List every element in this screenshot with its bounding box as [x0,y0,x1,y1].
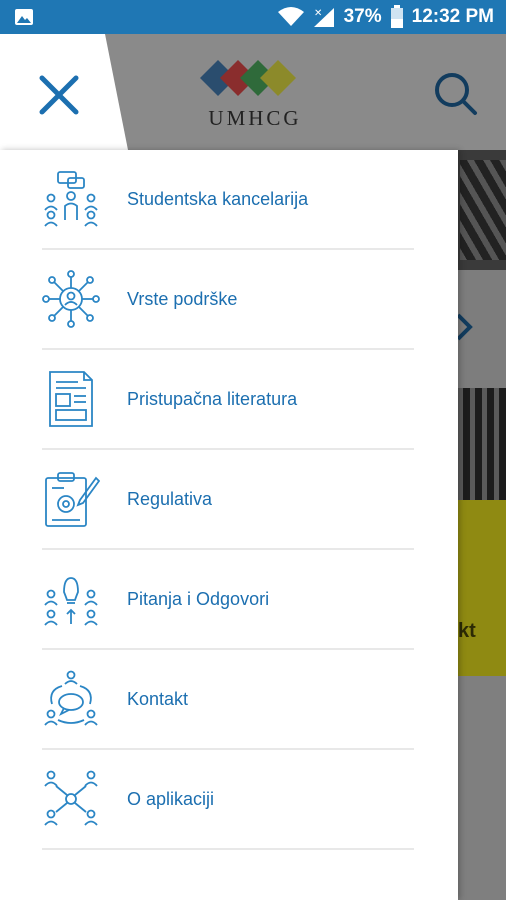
menu-item-label: Kontakt [127,688,189,709]
search-icon[interactable] [432,70,478,116]
battery-percent: 37% [343,6,382,27]
image-icon [15,9,33,25]
menu-item-vrste-podrske[interactable]: Vrste podrške [42,250,414,350]
literature-document-icon [49,371,93,427]
regulation-clipboard-icon [45,472,100,527]
menu-item-studentska-kancelarija[interactable]: Studentska kancelarija [42,150,414,250]
menu-item-pitanja-i-odgovori[interactable]: Pitanja i Odgovori [42,550,414,650]
contact-chat-icon [44,670,98,726]
menu-item-label: Pitanja i Odgovori [127,588,270,609]
contact-card-label: kt [458,620,476,642]
support-network-icon [42,270,100,328]
battery-icon [390,5,403,28]
logo-diamonds [200,60,296,96]
menu-item-label: O aplikaciji [127,788,215,809]
menu-item-o-aplikaciji[interactable]: O aplikaciji [42,750,414,850]
drawer-menu: Studentska kancelarija Vrste podrške Pri… [42,150,414,850]
close-icon[interactable] [34,70,84,120]
menu-item-label: Vrste podrške [127,288,238,309]
questions-lightbulb-icon [44,577,98,626]
menu-item-label: Pristupačna literatura [127,388,298,409]
svg-text:✕: ✕ [314,8,322,19]
signal-icon: ✕ [313,8,334,27]
menu-item-kontakt[interactable]: Kontakt [42,650,414,750]
menu-item-label: Regulativa [127,488,213,509]
menu-item-regulativa[interactable]: Regulativa [42,450,414,550]
menu-item-label: Studentska kancelarija [127,188,309,209]
logo-text: UMHCG [208,106,302,130]
menu-item-pristupacna-literatura[interactable]: Pristupačna literatura [42,350,414,450]
about-app-network-icon [44,770,98,826]
wifi-icon [277,7,304,26]
clock: 12:32 PM [411,6,494,27]
status-bar: ✕ 37% 12:32 PM [0,0,506,34]
student-office-icon [44,171,98,227]
umhcg-logo: UMHCG [196,56,314,132]
